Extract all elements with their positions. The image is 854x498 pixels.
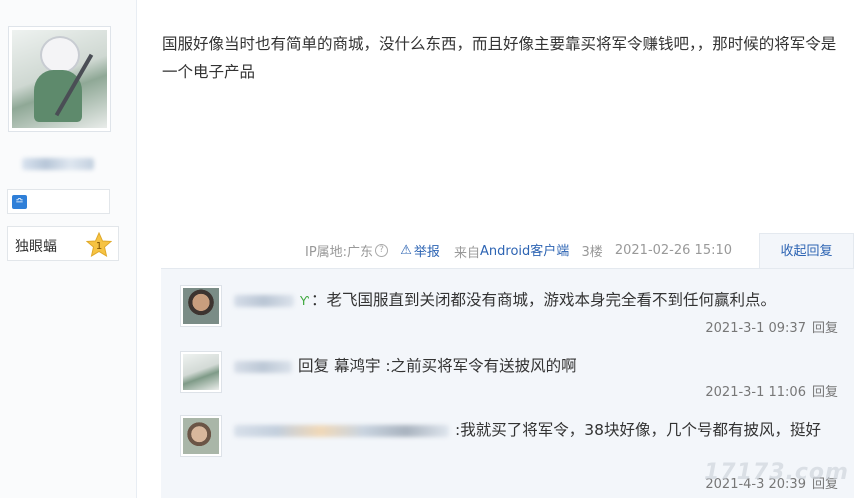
reply-text: 回复 幕鸿宇 :之前买将军令有送披风的啊 [234,353,834,379]
author-sidebar: ≏ 独眼蝠 1 [0,0,137,498]
post-source: 来自Android客户端 [454,244,570,261]
reply-footer: 2021-3-1 09:37 回复 [705,317,838,336]
post-meta: IP属地:广东? ⚠ 举报 来自Android客户端 3楼 2021-02-26 … [305,240,732,262]
svg-text:1: 1 [96,241,102,252]
author-username-blurred[interactable] [22,158,94,170]
forum-title-label: 独眼蝠 [15,239,57,255]
reply-username-blurred[interactable] [234,360,292,373]
reply-button[interactable]: 回复 [812,385,838,400]
ip-location: IP属地:广东? [305,241,389,260]
site-watermark: 17173.com [704,460,849,485]
avatar-image [12,30,107,128]
collapse-replies-button[interactable]: 收起回复 [759,233,854,269]
reply-avatar[interactable] [180,351,222,393]
list-item: 回复 幕鸿宇 :之前买将军令有送披风的啊 2021-3-1 11:06 回复 [180,351,840,411]
member-badge-icon: ≏ [12,195,27,209]
reply-target-user[interactable]: 幕鸿宇 [334,357,381,375]
reply-footer: 2021-3-1 11:06 回复 [705,381,838,400]
member-badge[interactable]: ≏ [7,189,110,214]
reply-time: 2021-3-1 11:06 [705,385,806,400]
reply-text: :我就买了将军令，38块好像，几个号都有披风，挺好 [234,417,834,443]
reply-button[interactable]: 回复 [812,321,838,336]
post-time: 2021-02-26 15:10 [614,243,733,258]
reply-time: 2021-3-1 09:37 [705,321,806,336]
list-item: Ƴ ：老飞国服直到关闭都没有商城，游戏本身完全看不到任何赢利点。 2021-3-1… [180,285,840,345]
author-avatar[interactable] [8,26,111,132]
reply-username-blurred[interactable] [234,294,294,307]
forum-title-box[interactable]: 独眼蝠 1 [7,226,119,261]
post-content: 国服好像当时也有简单的商城，没什么东西，而且好像主要靠买将军令赚钱吧，，那时候的… [162,35,837,81]
reply-avatar[interactable] [180,285,222,327]
reply-avatar[interactable] [180,415,222,457]
report-link[interactable]: 举报 [414,241,440,260]
level-badge-icon: 1 [86,232,112,258]
floor-number: 3楼 [581,245,603,260]
source-client-link[interactable]: Android客户端 [480,244,569,259]
help-icon[interactable]: ? [375,244,389,257]
reply-text: Ƴ ：老飞国服直到关闭都没有商城，游戏本身完全看不到任何赢利点。 [234,287,834,314]
sprout-icon: Ƴ [300,294,309,308]
warning-icon[interactable]: ⚠ [400,243,412,258]
reply-username-blurred[interactable] [234,424,449,437]
